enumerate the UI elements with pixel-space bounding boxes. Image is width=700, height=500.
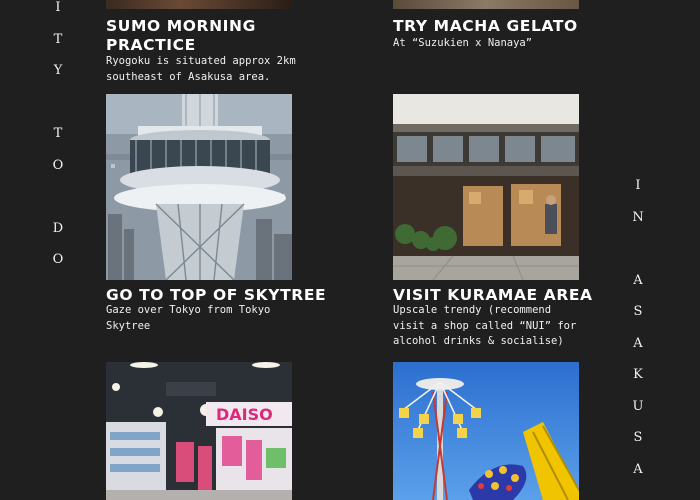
daiso-illustration: DAISO [106,362,292,500]
vertical-left-letter: Y [53,63,63,78]
vertical-left-letter: D [52,220,64,236]
daiso-image: DAISO [106,362,292,500]
vertical-left-letter: I [55,0,61,15]
kuramae-illustration [393,94,579,280]
vertical-left-letter: T [53,31,63,47]
kuramae-description: Upscale trendy (recommend visit a shop c… [393,304,577,347]
sumo-title-line1: SUMO MORNING [106,17,256,35]
vertical-right-letter: A [633,272,643,288]
vertical-right-letter [636,233,640,265]
skytree-illustration [106,94,292,280]
sumo-description: Ryogoku is situated approx 2km southeast… [106,55,296,83]
amusement-park-image [393,362,579,500]
vertical-left-letter [56,181,60,213]
amusement-park-illustration [393,362,579,500]
vertical-right-letter: S [633,304,643,319]
vertical-left-letter: T [53,126,63,141]
skytree-image [106,94,292,280]
daiso-sign-text: DAISO [216,405,273,424]
vertical-left-letter: O [52,252,64,267]
vertical-right-letter: A [633,461,643,477]
kuramae-image [393,94,579,280]
vertical-right-letter: U [632,398,644,414]
sumo-title-line2: PRACTICE [106,36,196,54]
vertical-right-letter: K [633,367,643,382]
macha-image-partial [393,0,579,9]
vertical-right-letter: S [633,430,643,445]
macha-title: TRY MACHA GELATO [393,17,578,35]
vertical-right-letter: A [633,335,643,351]
vertical-left-letter [56,87,60,119]
vertical-right-letter: I [635,178,641,193]
sumo-image-partial [106,0,292,9]
sumo-title: SUMO MORNING PRACTICE [106,17,256,55]
vertical-label-left: I T Y T O D O [50,0,66,276]
vertical-left-letter: O [52,157,64,173]
macha-description: At “Suzukien x Nanaya” [393,37,533,49]
skytree-description: Gaze over Tokyo from Tokyo Skytree [106,304,271,332]
vertical-right-letter: N [632,209,644,225]
